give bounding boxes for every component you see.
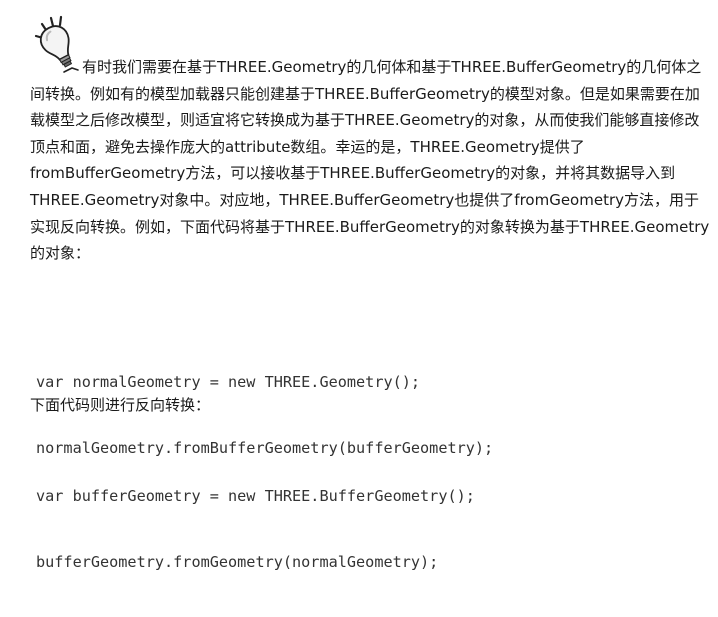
code-line: var bufferGeometry = new THREE.BufferGeo… [36, 487, 475, 505]
code-line: var normalGeometry = new THREE.Geometry(… [36, 373, 421, 391]
document-page: 有时我们需要在基于THREE.Geometry的几何体和基于THREE.Buff… [0, 0, 718, 571]
code-line: bufferGeometry.fromGeometry(normalGeomet… [36, 553, 439, 571]
intro-paragraph: 有时我们需要在基于THREE.Geometry的几何体和基于THREE.Buff… [30, 58, 710, 263]
code-block-buffer-from-geometry: var bufferGeometry = new THREE.BufferGeo… [36, 441, 475, 617]
reverse-conversion-label: 下面代码则进行反向转换： [30, 396, 211, 414]
